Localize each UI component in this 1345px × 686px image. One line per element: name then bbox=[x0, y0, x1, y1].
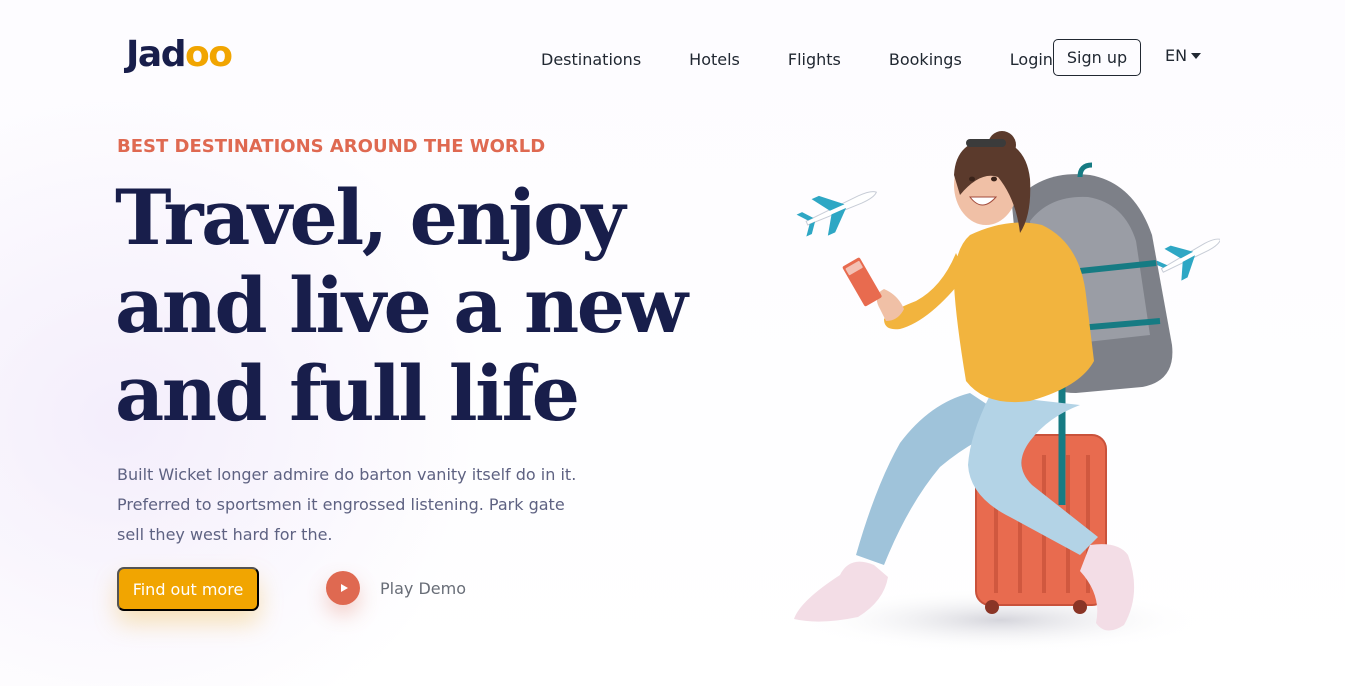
caret-down-icon bbox=[1191, 53, 1202, 59]
nav-link-destinations[interactable]: Destinations bbox=[541, 50, 641, 69]
nav-link-bookings[interactable]: Bookings bbox=[889, 50, 962, 69]
hero-headline: Travel, enjoy and live a new and full li… bbox=[115, 173, 688, 438]
description-line: Preferred to sportsmen it engrossed list… bbox=[117, 495, 565, 514]
navbar: Jadoo Destinations Hotels Flights Bookin… bbox=[0, 0, 1345, 116]
headline-line: and live a new bbox=[115, 261, 688, 350]
head bbox=[954, 131, 1031, 233]
hero-eyebrow: BEST DESTINATIONS AROUND THE WORLD bbox=[117, 136, 546, 157]
logo-suffix: oo bbox=[184, 34, 233, 75]
headline-line: Travel, enjoy bbox=[115, 173, 626, 262]
signup-button[interactable]: Sign up bbox=[1053, 39, 1141, 76]
description-line: Built Wicket longer admire do barton van… bbox=[117, 465, 577, 484]
language-selector[interactable]: EN bbox=[1165, 46, 1202, 65]
headline-line: and full life bbox=[115, 349, 580, 438]
language-label: EN bbox=[1165, 46, 1188, 65]
hero-description: Built Wicket longer admire do barton van… bbox=[117, 460, 587, 550]
find-out-more-button[interactable]: Find out more bbox=[117, 567, 259, 611]
nav-link-hotels[interactable]: Hotels bbox=[689, 50, 740, 69]
play-demo-label: Play Demo bbox=[380, 578, 466, 598]
hero-illustration bbox=[794, 131, 1220, 652]
airplane-icon bbox=[1152, 238, 1220, 281]
logo[interactable]: Jadoo bbox=[126, 34, 233, 75]
passport bbox=[842, 257, 882, 307]
airplane-icon bbox=[796, 191, 878, 237]
nav-link-flights[interactable]: Flights bbox=[788, 50, 841, 69]
description-line: sell they west hard for the. bbox=[117, 525, 333, 544]
nav-link-login[interactable]: Login bbox=[1010, 50, 1053, 69]
torso bbox=[876, 222, 1094, 403]
nav-links: Destinations Hotels Flights Bookings Log… bbox=[541, 44, 1101, 74]
play-icon bbox=[326, 571, 360, 605]
logo-prefix: Jad bbox=[126, 34, 186, 75]
play-demo-button[interactable]: Play Demo bbox=[326, 571, 466, 605]
